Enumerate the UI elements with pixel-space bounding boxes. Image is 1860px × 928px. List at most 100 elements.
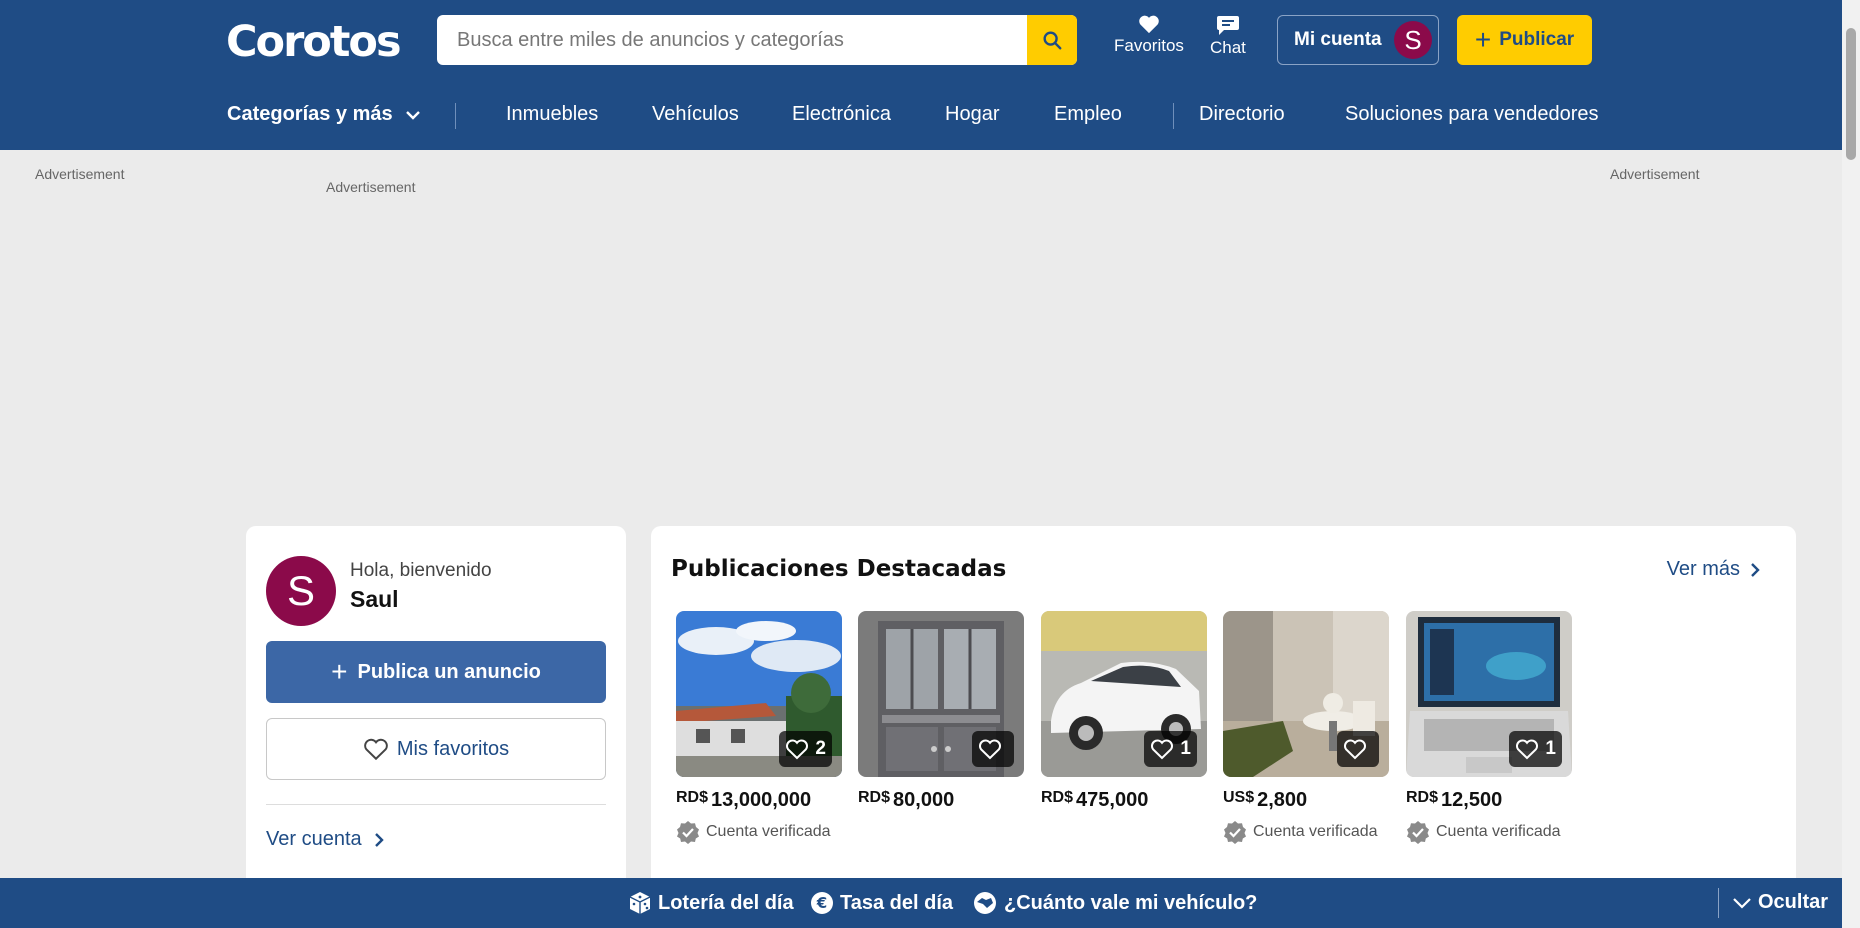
- ad-label-left: Advertisement: [35, 166, 125, 182]
- dice-icon: [629, 892, 651, 914]
- see-more-label: Ver más: [1666, 558, 1740, 580]
- search-bar: [437, 15, 1077, 65]
- heart-outline-icon: [1344, 739, 1366, 760]
- favorite-count: 1: [1180, 738, 1191, 759]
- favorite-count-badge[interactable]: 2: [779, 731, 832, 767]
- favorite-count: 2: [815, 738, 826, 759]
- my-favorites-button[interactable]: Mis favoritos: [266, 718, 606, 780]
- nav-item-directorio[interactable]: Directorio: [1199, 103, 1285, 126]
- vehicle-value-link[interactable]: ¿Cuánto vale mi vehículo?: [972, 891, 1257, 915]
- listing-price: RD$ 475,000: [1041, 789, 1207, 812]
- nav-item-vehiculos[interactable]: Vehículos: [652, 103, 739, 126]
- svg-text:€: €: [816, 894, 827, 912]
- listing-thumbnail[interactable]: 1: [1406, 611, 1572, 777]
- price-amount: 12,500: [1441, 789, 1503, 811]
- nav-item-hogar[interactable]: Hogar: [945, 103, 999, 126]
- listing-thumbnail[interactable]: 1: [1041, 611, 1207, 777]
- page-scrollbar[interactable]: [1842, 0, 1860, 928]
- chevron-down-icon: [405, 110, 420, 120]
- verified-badge: Cuenta verificada: [1406, 820, 1572, 844]
- price-currency: RD$: [858, 789, 891, 806]
- favoritos-label: Favoritos: [1114, 36, 1184, 55]
- chevron-right-icon: [1751, 562, 1760, 577]
- user-name: Saul: [350, 586, 399, 612]
- verified-check-icon: [1407, 821, 1429, 844]
- vehicle-value-label: ¿Cuánto vale mi vehículo?: [1004, 891, 1258, 914]
- listing-price: RD$ 13,000,000: [676, 789, 842, 812]
- verified-check-icon: [677, 821, 699, 844]
- chat-label: Chat: [1210, 38, 1246, 57]
- hide-toolbar-button[interactable]: Ocultar: [1732, 891, 1828, 914]
- listing-price: US$ 2,800: [1223, 789, 1389, 812]
- price-amount: 13,000,000: [711, 789, 812, 811]
- listing-price: RD$ 80,000: [858, 789, 1024, 812]
- listing-thumbnail[interactable]: [1223, 611, 1389, 777]
- listing-price: RD$ 12,500: [1406, 789, 1572, 812]
- divider: [266, 804, 606, 805]
- nav-item-inmuebles[interactable]: Inmuebles: [506, 103, 598, 126]
- listing-thumbnail[interactable]: [858, 611, 1024, 777]
- plus-icon: +: [331, 656, 348, 687]
- search-icon: [1043, 31, 1062, 50]
- ad-label-right: Advertisement: [1610, 166, 1700, 182]
- plus-icon: +: [1474, 24, 1492, 55]
- categories-menu[interactable]: Categorías y más: [227, 103, 421, 126]
- price-currency: RD$: [676, 789, 709, 806]
- tasa-label: Tasa del día: [840, 891, 954, 914]
- divider: [1718, 888, 1719, 918]
- tasa-link[interactable]: € Tasa del día: [810, 891, 953, 915]
- nav-divider: [455, 103, 456, 129]
- search-input[interactable]: [437, 15, 1027, 65]
- see-more-link[interactable]: Ver más: [1667, 558, 1760, 581]
- user-card: S Hola, bienvenido Saul + Publica un anu…: [246, 526, 626, 928]
- scrollbar-thumb[interactable]: [1846, 28, 1856, 160]
- categories-label: Categorías y más: [227, 103, 393, 125]
- publish-button[interactable]: + Publicar: [1457, 15, 1592, 65]
- euro-icon: €: [811, 892, 833, 914]
- listing-card[interactable]: 1 RD$ 475,000: [1041, 611, 1207, 812]
- listing-card[interactable]: 2 RD$ 13,000,000 Cuenta verificada: [676, 611, 842, 844]
- nav-item-electronica[interactable]: Electrónica: [792, 103, 891, 126]
- verified-badge: Cuenta verificada: [1223, 820, 1389, 844]
- listing-card[interactable]: RD$ 80,000: [858, 611, 1024, 812]
- verified-label: Cuenta verificada: [706, 823, 831, 840]
- listing-card[interactable]: 1 RD$ 12,500 Cuenta verificada: [1406, 611, 1572, 844]
- price-amount: 475,000: [1076, 789, 1149, 811]
- view-account-link[interactable]: Ver cuenta: [266, 828, 384, 851]
- search-button[interactable]: [1027, 15, 1077, 65]
- favorite-count-badge[interactable]: [972, 731, 1014, 767]
- heart-outline-icon: [1516, 739, 1539, 760]
- price-amount: 80,000: [893, 789, 955, 811]
- bottom-toolbar: Lotería del día € Tasa del día ¿Cuánto v…: [0, 878, 1842, 928]
- category-nav: Categorías y más Inmuebles Vehículos Ele…: [0, 95, 1842, 135]
- verified-label: Cuenta verificada: [1436, 823, 1561, 840]
- greeting-text: Hola, bienvenido: [350, 560, 492, 581]
- nav-item-empleo[interactable]: Empleo: [1054, 103, 1122, 126]
- site-header: Corotos Favoritos Chat Mi cuenta S + Pub…: [0, 0, 1842, 150]
- my-favorites-label: Mis favoritos: [396, 737, 510, 760]
- favorite-count-badge[interactable]: 1: [1144, 731, 1197, 767]
- listing-thumbnail[interactable]: 2: [676, 611, 842, 777]
- user-avatar: S: [266, 556, 336, 626]
- loteria-link[interactable]: Lotería del día: [628, 891, 794, 915]
- account-button[interactable]: Mi cuenta S: [1277, 15, 1439, 65]
- listing-card[interactable]: US$ 2,800 Cuenta verificada: [1223, 611, 1389, 844]
- chat-button[interactable]: Chat: [1210, 14, 1246, 58]
- hide-label: Ocultar: [1758, 891, 1829, 913]
- favorite-count-badge[interactable]: 1: [1509, 731, 1562, 767]
- publish-ad-button[interactable]: + Publica un anuncio: [266, 641, 606, 703]
- favoritos-button[interactable]: Favoritos: [1114, 14, 1184, 56]
- loteria-label: Lotería del día: [658, 891, 794, 914]
- price-currency: RD$: [1406, 789, 1439, 806]
- featured-listings-card: Publicaciones Destacadas Ver más 2 RD$ 1…: [651, 526, 1796, 928]
- nav-item-soluciones[interactable]: Soluciones para vendedores: [1345, 103, 1599, 126]
- price-amount: 2,800: [1257, 789, 1308, 811]
- ad-label-center: Advertisement: [326, 179, 416, 195]
- verified-label: Cuenta verificada: [1253, 823, 1378, 840]
- corotos-logo[interactable]: Corotos: [226, 18, 402, 66]
- favorite-count-badge[interactable]: [1337, 731, 1379, 767]
- chevron-right-icon: [374, 832, 384, 847]
- price-currency: US$: [1223, 789, 1255, 806]
- publish-label: Publicar: [1499, 29, 1575, 50]
- chevron-down-icon: [1733, 897, 1751, 909]
